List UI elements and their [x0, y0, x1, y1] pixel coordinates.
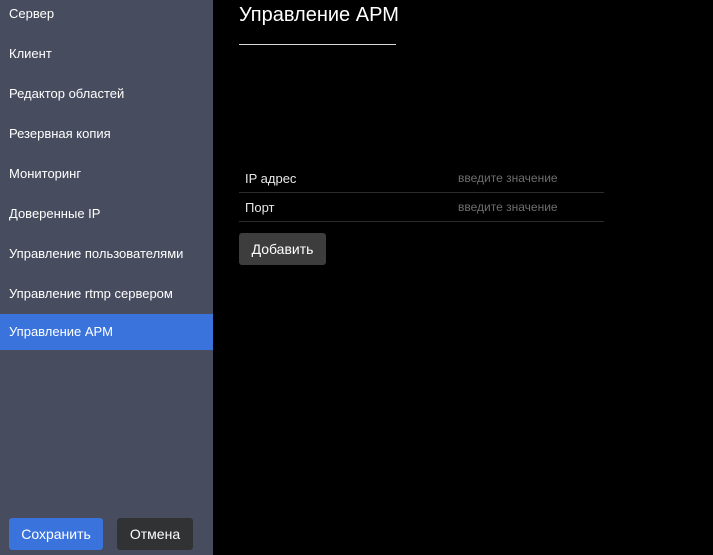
sidebar-item-trusted-ip[interactable]: Доверенные IP	[0, 196, 213, 232]
main-panel: Управление АРМ IP адрес Порт Добавить	[213, 0, 713, 555]
ip-address-row: IP адрес	[239, 164, 604, 193]
sidebar-item-client[interactable]: Клиент	[0, 36, 213, 72]
sidebar-item-backup[interactable]: Резервная копия	[0, 116, 213, 152]
page-title: Управление АРМ	[239, 4, 399, 26]
title-underline	[239, 44, 396, 45]
sidebar-item-user-management[interactable]: Управление пользователями	[0, 236, 213, 272]
sidebar-item-area-editor[interactable]: Редактор областей	[0, 76, 213, 112]
add-button[interactable]: Добавить	[239, 233, 326, 265]
ip-address-input[interactable]	[452, 168, 602, 188]
app-window: Сервер Клиент Редактор областей Резервна…	[0, 0, 713, 555]
sidebar-item-arm-management[interactable]: Управление АРМ	[0, 314, 213, 350]
sidebar-item-monitoring[interactable]: Мониторинг	[0, 156, 213, 192]
ip-address-label: IP адрес	[245, 171, 297, 186]
sidebar-item-rtmp-server[interactable]: Управление rtmp сервером	[0, 276, 213, 312]
sidebar: Сервер Клиент Редактор областей Резервна…	[0, 0, 213, 555]
port-label: Порт	[245, 200, 275, 215]
save-button[interactable]: Сохранить	[9, 518, 103, 550]
cancel-button[interactable]: Отмена	[117, 518, 193, 550]
sidebar-item-server[interactable]: Сервер	[0, 0, 213, 32]
port-input[interactable]	[452, 197, 602, 217]
port-row: Порт	[239, 193, 604, 222]
